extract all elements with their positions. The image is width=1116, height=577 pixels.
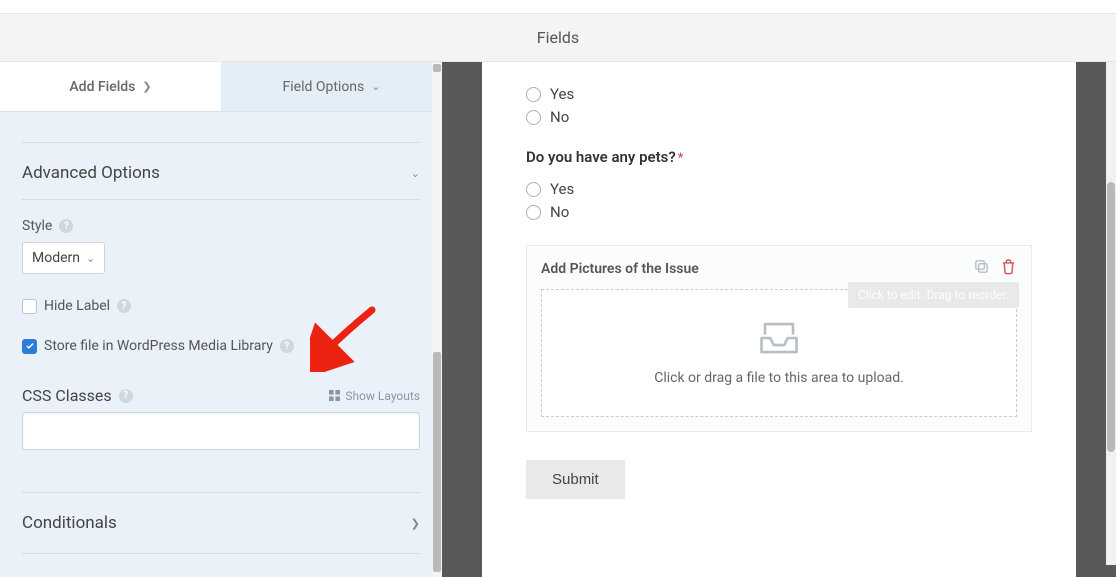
inbox-icon — [758, 320, 800, 356]
dropzone-text: Click or drag a file to this area to upl… — [654, 370, 904, 386]
chevron-right-icon: ❯ — [142, 80, 151, 93]
file-dropzone[interactable]: Click or drag a file to this area to upl… — [541, 289, 1017, 417]
tab-field-options[interactable]: Field Options ⌄ — [221, 62, 442, 111]
radio-icon — [526, 110, 541, 125]
tab-add-fields[interactable]: Add Fields ❯ — [0, 62, 221, 111]
style-select[interactable]: Modern ⌄ — [22, 242, 105, 274]
divider — [22, 199, 420, 200]
grid-icon — [329, 390, 340, 401]
radio-label: Yes — [550, 85, 574, 103]
show-layouts-text: Show Layouts — [345, 389, 420, 403]
help-icon[interactable]: ? — [119, 389, 133, 403]
chevron-down-icon: ⌄ — [411, 167, 420, 180]
chevron-down-icon: ⌄ — [86, 252, 95, 265]
scroll-arrow-up-icon[interactable] — [433, 64, 441, 72]
chevron-down-icon: ⌄ — [371, 80, 380, 93]
divider — [22, 553, 420, 554]
help-icon[interactable]: ? — [280, 339, 294, 353]
css-classes-label: CSS Classes — [22, 386, 112, 405]
media-library-checkbox[interactable] — [22, 339, 37, 354]
panel-body: Advanced Options ⌄ Style ? Modern ⌄ Hide… — [0, 112, 442, 554]
style-select-value: Modern — [32, 250, 80, 266]
hide-label-text: Hide Label — [44, 298, 110, 314]
top-toolbar-gap — [0, 0, 1116, 14]
accordion-title: Advanced Options — [22, 163, 160, 183]
canvas-scrollbar[interactable] — [1106, 62, 1116, 565]
modal-header: Fields — [0, 14, 1116, 62]
required-asterisk: * — [678, 151, 684, 166]
radio-icon — [526, 182, 541, 197]
radio-label: No — [550, 108, 569, 126]
form-canvas: Yes No Do you have any pets?* Yes No — [482, 62, 1076, 577]
css-classes-input[interactable] — [22, 412, 420, 450]
help-icon[interactable]: ? — [59, 219, 73, 233]
upload-field-label: Add Pictures of the Issue — [541, 261, 699, 277]
left-scrollbar[interactable] — [432, 62, 442, 577]
question-label: Do you have any pets?* — [526, 148, 1032, 166]
accordion-conditionals[interactable]: Conditionals ❯ — [22, 511, 420, 535]
duplicate-icon[interactable] — [973, 258, 990, 279]
media-library-text: Store file in WordPress Media Library — [44, 338, 273, 354]
radio-icon — [526, 205, 541, 220]
submit-button-label: Submit — [552, 471, 599, 488]
scrollbar-thumb[interactable] — [433, 352, 441, 572]
divider — [22, 492, 420, 493]
tab-add-fields-label: Add Fields — [69, 79, 135, 95]
chevron-right-icon: ❯ — [411, 517, 420, 530]
left-panel: Add Fields ❯ Field Options ⌄ Advanced Op… — [0, 62, 442, 577]
radio-option[interactable]: No — [526, 108, 1032, 126]
radio-label: No — [550, 203, 569, 221]
upload-field-block[interactable]: Add Pictures of the Issue Click to edit.… — [526, 245, 1032, 432]
accordion-advanced-options[interactable]: Advanced Options ⌄ — [22, 161, 420, 185]
radio-option[interactable]: No — [526, 203, 1032, 221]
radio-option[interactable]: Yes — [526, 180, 1032, 198]
radio-label: Yes — [550, 180, 574, 198]
hide-label-checkbox[interactable] — [22, 299, 37, 314]
submit-button[interactable]: Submit — [526, 460, 625, 499]
panel-tabs: Add Fields ❯ Field Options ⌄ — [0, 62, 442, 112]
divider — [22, 142, 420, 143]
question-text: Do you have any pets? — [526, 148, 676, 166]
scrollbar-thumb[interactable] — [1107, 182, 1115, 452]
edit-hint-badge: Click to edit. Drag to reorder. — [848, 282, 1019, 308]
help-icon[interactable]: ? — [117, 299, 131, 313]
tab-field-options-label: Field Options — [283, 79, 365, 95]
radio-icon — [526, 87, 541, 102]
trash-icon[interactable] — [1000, 258, 1017, 279]
preview-area: Yes No Do you have any pets?* Yes No — [442, 62, 1116, 577]
modal-title: Fields — [537, 28, 579, 47]
style-label: Style — [22, 218, 52, 234]
radio-option[interactable]: Yes — [526, 85, 1032, 103]
conditionals-title: Conditionals — [22, 513, 117, 533]
show-layouts-link[interactable]: Show Layouts — [329, 389, 420, 403]
